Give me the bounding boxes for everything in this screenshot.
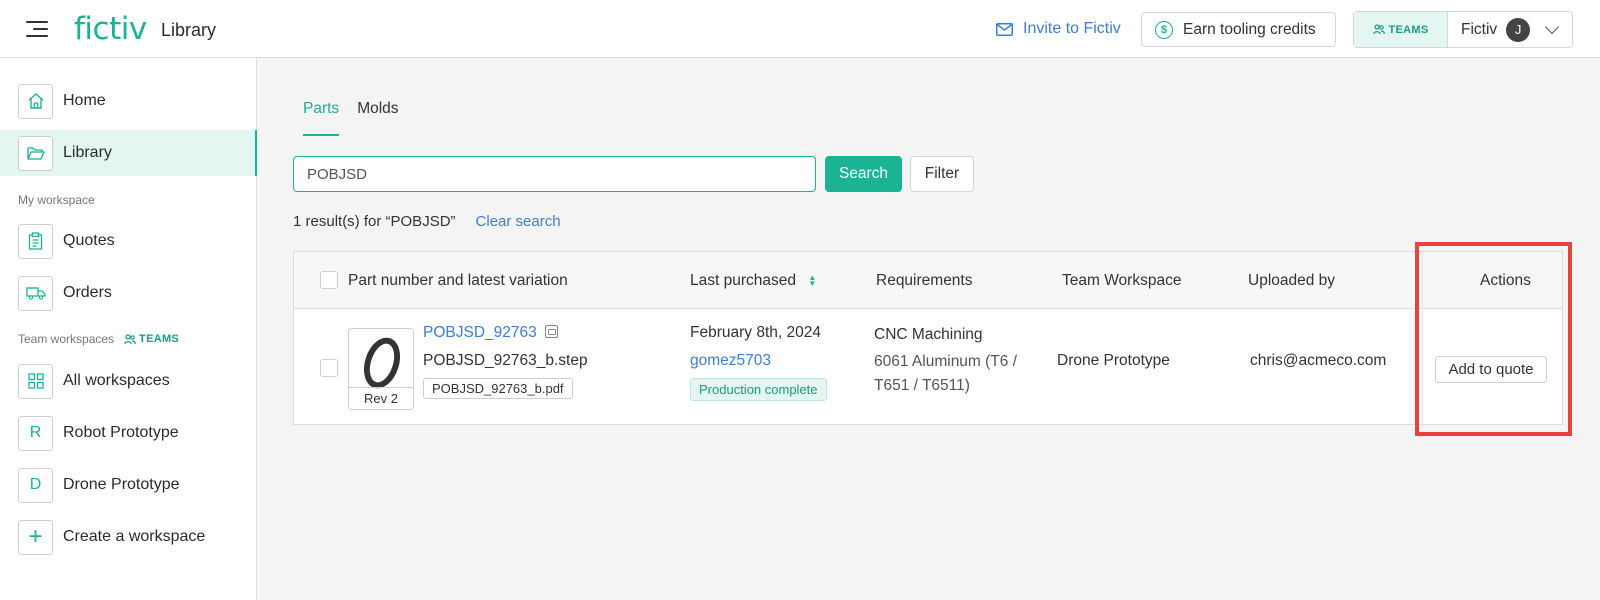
account-switcher[interactable]: TEAMS Fictiv J bbox=[1353, 11, 1573, 48]
requirement-material-line2: T651 / T6511) bbox=[874, 377, 970, 394]
requirement-process: CNC Machining bbox=[874, 326, 983, 343]
teams-badge-label: TEAMS bbox=[139, 333, 180, 345]
status-badge: Production complete bbox=[690, 378, 827, 401]
row-checkbox[interactable] bbox=[320, 359, 338, 377]
sidebar-item-library[interactable]: Library bbox=[0, 130, 257, 176]
sidebar-item-label: Library bbox=[63, 144, 112, 161]
sidebar-item-home[interactable]: Home bbox=[0, 78, 257, 124]
column-header-team-workspace: Team Workspace bbox=[1062, 272, 1182, 289]
invite-label: Invite to Fictiv bbox=[1023, 20, 1121, 37]
sidebar-item-robot-prototype[interactable]: R Robot Prototype bbox=[0, 410, 257, 456]
table-header: Part number and latest variation Last pu… bbox=[294, 252, 1562, 309]
grid-icon bbox=[18, 363, 53, 399]
people-icon bbox=[1372, 24, 1385, 35]
invite-link[interactable]: Invite to Fictiv bbox=[996, 20, 1121, 38]
sidebar-item-label: Create a workspace bbox=[63, 528, 206, 545]
menu-toggle-icon[interactable] bbox=[26, 19, 48, 39]
part-number: POBJSD_92763 bbox=[423, 324, 537, 341]
clear-search-link[interactable]: Clear search bbox=[476, 213, 561, 230]
team-workspaces-header: Team workspaces TEAMS bbox=[18, 332, 179, 346]
account-menu[interactable]: Fictiv J bbox=[1448, 12, 1572, 47]
team-workspace: Drone Prototype bbox=[1057, 352, 1170, 369]
part-number-link[interactable]: POBJSD_92763 bbox=[423, 324, 558, 342]
team-workspaces-label: Team workspaces bbox=[18, 332, 115, 346]
last-purchased-date: February 8th, 2024 bbox=[690, 324, 821, 341]
my-workspace-label: My workspace bbox=[18, 193, 95, 207]
copy-icon[interactable] bbox=[544, 325, 558, 338]
teams-badge: TEAMS bbox=[1354, 12, 1448, 47]
sidebar-item-all-workspaces[interactable]: All workspaces bbox=[0, 358, 257, 404]
select-all-checkbox[interactable] bbox=[320, 271, 338, 289]
folder-open-icon bbox=[18, 135, 53, 171]
sidebar-item-create-workspace[interactable]: + Create a workspace bbox=[0, 514, 257, 560]
home-icon bbox=[18, 83, 53, 119]
column-header-last-purchased[interactable]: Last purchased ▲ ▼ bbox=[690, 272, 816, 290]
earn-credits-label: Earn tooling credits bbox=[1183, 20, 1316, 38]
sidebar-item-label: Orders bbox=[63, 284, 112, 301]
requirement-material-line1: 6061 Aluminum (T6 / bbox=[874, 353, 1018, 370]
truck-icon bbox=[18, 275, 53, 311]
avatar: J bbox=[1506, 17, 1531, 42]
highlight-box bbox=[1415, 242, 1572, 436]
teams-badge: TEAMS bbox=[124, 333, 179, 345]
account-name: Fictiv bbox=[1461, 20, 1498, 38]
sidebar-item-quotes[interactable]: Quotes bbox=[0, 218, 257, 264]
parts-table: Part number and latest variation Last pu… bbox=[293, 251, 1563, 426]
column-header-uploaded-by: Uploaded by bbox=[1248, 272, 1336, 289]
sidebar-item-label: Quotes bbox=[63, 232, 115, 249]
column-header-label: Last purchased bbox=[690, 272, 796, 289]
search-button[interactable]: Search bbox=[825, 156, 902, 192]
tab-molds[interactable]: Molds bbox=[357, 100, 398, 136]
tab-parts[interactable]: Parts bbox=[303, 100, 340, 136]
sidebar-item-label: All workspaces bbox=[63, 372, 170, 389]
workspace-initial: R bbox=[18, 415, 53, 451]
results-count: 1 result(s) for “POBJSD” bbox=[293, 213, 456, 230]
fictiv-logo[interactable]: fictiv bbox=[74, 11, 147, 47]
people-icon bbox=[124, 333, 136, 344]
part-thumbnail[interactable]: Rev 2 bbox=[348, 328, 414, 410]
step-file-name: POBJSD_92763_b.step bbox=[423, 352, 588, 369]
earn-credits-button[interactable]: $ Earn tooling credits bbox=[1141, 12, 1336, 47]
sort-icon[interactable]: ▲ ▼ bbox=[808, 273, 816, 287]
teams-label: TEAMS bbox=[1388, 23, 1429, 36]
page-title: Library bbox=[161, 20, 217, 40]
workspace-initial: D bbox=[18, 467, 53, 503]
sidebar: Home Library My workspace Quotes Orders … bbox=[0, 58, 257, 600]
sidebar-item-drone-prototype[interactable]: D Drone Prototype bbox=[0, 462, 257, 508]
column-header-part-number: Part number and latest variation bbox=[348, 272, 568, 289]
part-ring-image bbox=[357, 333, 407, 393]
revision-label: Rev 2 bbox=[349, 387, 413, 409]
clipboard-icon bbox=[18, 223, 53, 259]
column-header-requirements: Requirements bbox=[876, 272, 973, 289]
sidebar-item-orders[interactable]: Orders bbox=[0, 270, 257, 316]
filter-button[interactable]: Filter bbox=[910, 156, 974, 192]
envelope-icon bbox=[996, 22, 1013, 36]
chevron-down-icon[interactable] bbox=[1545, 19, 1560, 35]
sidebar-item-label: Drone Prototype bbox=[63, 476, 180, 493]
top-header: fictiv Library Invite to Fictiv $ Earn t… bbox=[0, 0, 1600, 58]
sidebar-item-label: Robot Prototype bbox=[63, 424, 179, 441]
sidebar-item-label: Home bbox=[63, 92, 106, 109]
uploaded-by: chris@acmeco.com bbox=[1250, 352, 1387, 369]
pdf-file-chip[interactable]: POBJSD_92763_b.pdf bbox=[423, 378, 573, 399]
purchaser-link[interactable]: gomez5703 bbox=[690, 352, 771, 370]
tab-bar: Parts Molds bbox=[303, 100, 399, 136]
plus-icon: + bbox=[18, 519, 53, 555]
dollar-coin-icon: $ bbox=[1155, 20, 1173, 39]
search-input[interactable] bbox=[293, 156, 816, 192]
results-summary: 1 result(s) for “POBJSD” Clear search bbox=[293, 213, 561, 230]
